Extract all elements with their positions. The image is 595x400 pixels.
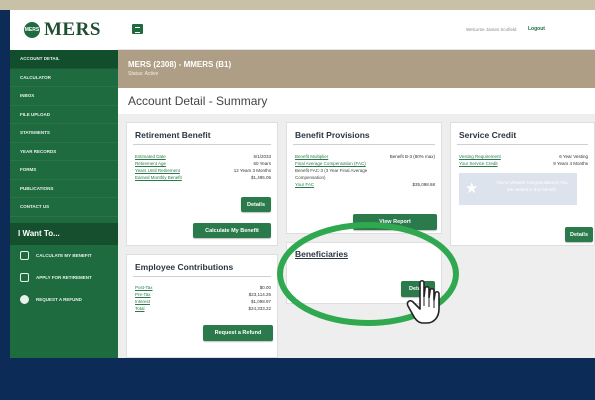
bottom-band xyxy=(0,358,595,400)
top-strip xyxy=(0,0,595,10)
app-window: MERS MERS ACCOUNT DETAIL CALCULATOR INBO… xyxy=(10,10,595,358)
highlight-overlay xyxy=(277,222,459,326)
